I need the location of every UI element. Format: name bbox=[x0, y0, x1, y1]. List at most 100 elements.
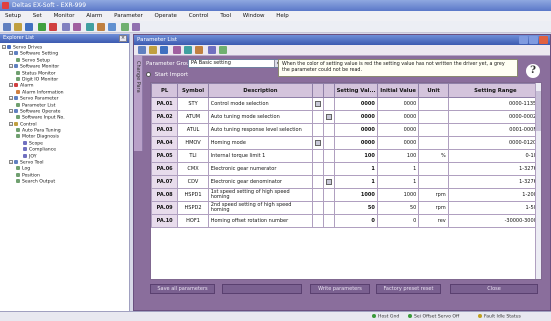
tool-icon[interactable] bbox=[108, 23, 116, 31]
minimize-icon[interactable] bbox=[519, 36, 528, 44]
window-close-icon[interactable] bbox=[539, 36, 548, 44]
param-setting-cell[interactable]: 0000 bbox=[334, 123, 378, 137]
table-row[interactable]: PA.09 HSPD2 2nd speed setting of high spee… bbox=[151, 201, 541, 215]
start-import-option[interactable]: Start Import bbox=[146, 72, 188, 78]
table-row[interactable]: PA.01 STY Control mode selection 0000 0000 00… bbox=[151, 97, 541, 111]
table-row[interactable]: PA.08 HSPD1 1st speed setting of high spee… bbox=[151, 188, 541, 202]
param-flag-cell[interactable] bbox=[323, 97, 336, 111]
param-flag-cell[interactable] bbox=[312, 110, 325, 124]
table-row[interactable]: PA.05 TLI Internal torque limit 1 100 100% 0-… bbox=[151, 149, 541, 163]
save-parameters-button[interactable]: Save all parameters bbox=[150, 284, 215, 294]
param-flag-cell[interactable] bbox=[312, 97, 325, 111]
table-row[interactable]: PA.04 HMOV Homing mode 0000 0000 0000-0120H bbox=[151, 136, 541, 150]
param-setting-cell[interactable]: 100 bbox=[334, 149, 378, 163]
table-row[interactable]: PA.10 HOF1 Homing offset rotation number 0 0… bbox=[151, 214, 541, 228]
expander-icon[interactable]: - bbox=[9, 64, 13, 69]
param-flag-cell[interactable] bbox=[323, 110, 336, 124]
expander-icon[interactable]: - bbox=[9, 51, 13, 56]
param-flag-cell[interactable] bbox=[312, 188, 325, 202]
compare-icon[interactable] bbox=[173, 46, 181, 54]
checkbox-icon[interactable] bbox=[315, 139, 322, 146]
col-header[interactable] bbox=[323, 83, 336, 98]
export-icon[interactable] bbox=[219, 46, 227, 54]
param-setting-cell[interactable]: 0000 bbox=[334, 136, 378, 150]
param-flag-cell[interactable] bbox=[323, 136, 336, 150]
param-flag-cell[interactable] bbox=[312, 162, 325, 176]
parameter-icon[interactable] bbox=[73, 23, 81, 31]
expander-icon[interactable]: - bbox=[9, 108, 13, 113]
checkbox-icon[interactable] bbox=[315, 100, 322, 107]
col-header[interactable]: Setting Val... bbox=[334, 83, 378, 98]
print-icon[interactable] bbox=[195, 46, 203, 54]
factory-reset-button[interactable]: Factory preset reset bbox=[376, 284, 441, 294]
change-para-tab[interactable]: Change Para bbox=[134, 56, 143, 151]
menu-operate[interactable]: Operate bbox=[150, 11, 182, 21]
checkbox-icon[interactable] bbox=[326, 113, 333, 120]
close-icon[interactable]: × bbox=[119, 35, 127, 42]
read-icon[interactable] bbox=[138, 46, 146, 54]
scrollbar-thumb[interactable] bbox=[536, 91, 541, 131]
param-setting-cell[interactable]: 0 bbox=[334, 214, 378, 228]
scope-icon[interactable] bbox=[86, 23, 94, 31]
write-parameters-button[interactable]: Write parameters bbox=[310, 284, 370, 294]
param-flag-cell[interactable] bbox=[323, 123, 336, 137]
param-setting-cell[interactable]: 1000 bbox=[334, 188, 378, 202]
save-file-icon[interactable] bbox=[160, 46, 168, 54]
tree-item[interactable]: Search Output bbox=[2, 179, 127, 185]
param-flag-cell[interactable] bbox=[312, 175, 325, 189]
col-header[interactable]: Description bbox=[207, 83, 314, 98]
table-row[interactable]: PA.06 CMX Electronic gear numerator 1 1 1-327… bbox=[151, 162, 541, 176]
blank-button[interactable] bbox=[222, 284, 302, 294]
table-row[interactable]: PA.03 ATUL Auto tuning response level sele… bbox=[151, 123, 541, 137]
menu-setup[interactable]: Setup bbox=[0, 11, 26, 21]
param-flag-cell[interactable] bbox=[323, 149, 336, 163]
monitor-icon[interactable] bbox=[62, 23, 70, 31]
param-setting-cell[interactable]: 0000 bbox=[334, 110, 378, 124]
expander-icon[interactable]: - bbox=[2, 45, 6, 50]
col-header[interactable]: Initial Value bbox=[376, 83, 420, 98]
param-setting-cell[interactable]: 0000 bbox=[334, 97, 378, 111]
menu-set[interactable]: Set bbox=[28, 11, 47, 21]
jog-icon[interactable] bbox=[121, 23, 129, 31]
open-file-icon[interactable] bbox=[149, 46, 157, 54]
param-flag-cell[interactable] bbox=[312, 214, 325, 228]
param-flag-cell[interactable] bbox=[323, 188, 336, 202]
param-flag-cell[interactable] bbox=[323, 175, 336, 189]
menu-help[interactable]: Help bbox=[271, 11, 294, 21]
col-header[interactable]: Symbol bbox=[177, 83, 209, 98]
col-header[interactable] bbox=[312, 83, 325, 98]
parameter-group-select[interactable]: PA Basic setting ▼ bbox=[188, 59, 283, 68]
connect-icon[interactable] bbox=[38, 23, 46, 31]
table-scrollbar[interactable] bbox=[535, 83, 541, 279]
disconnect-icon[interactable] bbox=[49, 23, 57, 31]
param-flag-cell[interactable] bbox=[323, 162, 336, 176]
menu-monitor[interactable]: Monitor bbox=[49, 11, 80, 21]
new-icon[interactable] bbox=[3, 23, 11, 31]
help-icon[interactable]: ? bbox=[526, 64, 540, 78]
close-button[interactable]: Close bbox=[450, 284, 538, 294]
menu-alarm[interactable]: Alarm bbox=[81, 11, 107, 21]
alarm-icon[interactable] bbox=[97, 23, 105, 31]
menu-tool[interactable]: Tool bbox=[215, 11, 236, 21]
expander-icon[interactable]: - bbox=[9, 121, 13, 126]
radio-icon[interactable] bbox=[146, 72, 151, 77]
col-header[interactable]: Unit bbox=[418, 83, 449, 98]
refresh-icon[interactable] bbox=[184, 46, 192, 54]
param-flag-cell[interactable] bbox=[312, 123, 325, 137]
param-setting-cell[interactable]: 50 bbox=[334, 201, 378, 215]
help-toolbar-icon[interactable] bbox=[132, 23, 140, 31]
col-header[interactable]: PL bbox=[151, 83, 179, 98]
save-icon[interactable] bbox=[25, 23, 33, 31]
table-row[interactable]: PA.02 ATUM Auto tuning mode selection 0000 0… bbox=[151, 110, 541, 124]
expander-icon[interactable]: - bbox=[9, 83, 13, 88]
param-setting-cell[interactable]: 1 bbox=[334, 162, 378, 176]
param-setting-cell[interactable]: 1 bbox=[334, 175, 378, 189]
expander-icon[interactable]: - bbox=[9, 160, 13, 165]
param-flag-cell[interactable] bbox=[323, 214, 336, 228]
maximize-icon[interactable] bbox=[529, 36, 538, 44]
param-flag-cell[interactable] bbox=[312, 136, 325, 150]
col-header[interactable]: Setting Range bbox=[447, 83, 541, 98]
menu-window[interactable]: Window bbox=[238, 11, 270, 21]
open-icon[interactable] bbox=[14, 23, 22, 31]
menu-parameter[interactable]: Parameter bbox=[109, 11, 148, 21]
